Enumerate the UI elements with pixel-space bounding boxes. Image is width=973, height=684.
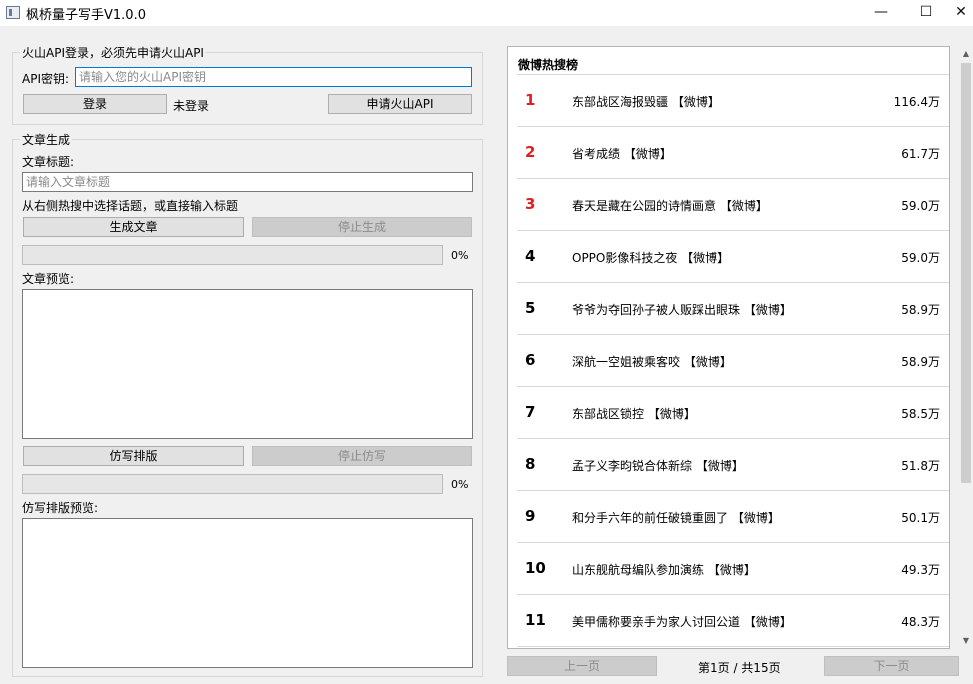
login-status-text: 未登录	[173, 99, 210, 113]
hot-search-item[interactable]: 9 和分手六年的前任破镜重圆了 【微博】 50.1万	[517, 491, 949, 543]
close-button[interactable]: ✕	[949, 0, 973, 26]
app-icon	[6, 6, 20, 19]
hot-search-count: 59.0万	[901, 199, 940, 213]
hot-search-count: 116.4万	[893, 95, 940, 109]
next-page-button[interactable]: 下一页	[824, 656, 959, 676]
hot-search-topic: 孟子义李昀锐合体新综 【微博】	[572, 459, 744, 473]
hot-search-scrollbar[interactable]: ▲ ▼	[959, 46, 973, 649]
hot-search-topic: 深航一空姐被乘客咬 【微博】	[572, 355, 732, 369]
hot-search-item[interactable]: 6 深航一空姐被乘客咬 【微博】 58.9万	[517, 335, 949, 387]
scroll-down-arrow-icon[interactable]: ▼	[959, 633, 973, 649]
hot-search-rank: 9	[525, 507, 536, 525]
hot-search-count: 49.3万	[901, 563, 940, 577]
hot-search-topic: 和分手六年的前任破镜重圆了 【微博】	[572, 511, 780, 525]
article-title-input[interactable]	[22, 172, 473, 192]
stop-imitate-button[interactable]: 停止仿写	[252, 446, 472, 466]
hot-search-topic: 春天是藏在公园的诗情画意 【微博】	[572, 199, 768, 213]
generate-progress-text: 0%	[451, 249, 469, 262]
topic-hint-text: 从右侧热搜中选择话题，或直接输入标题	[22, 199, 239, 213]
hot-search-topic: 省考成绩 【微博】	[572, 147, 672, 161]
imitate-preview-label: 仿写排版预览:	[22, 501, 99, 515]
hot-search-item[interactable]: 10 山东舰航母编队参加演练 【微博】 49.3万	[517, 543, 949, 595]
hot-search-rank: 8	[525, 455, 536, 473]
imitate-progress-text: 0%	[451, 478, 469, 491]
hot-search-topic: 东部战区海报毁疆 【微博】	[572, 95, 720, 109]
hot-search-count: 61.7万	[901, 147, 940, 161]
hot-search-title: 微博热搜榜	[518, 58, 579, 72]
imitate-layout-button[interactable]: 仿写排版	[23, 446, 244, 466]
hot-search-count: 58.9万	[901, 355, 940, 369]
hot-search-item[interactable]: 4 OPPO影像科技之夜 【微博】 59.0万	[517, 231, 949, 283]
page-info-text: 第1页 / 共15页	[698, 661, 781, 675]
hot-search-item[interactable]: 5 爷爷为夺回孙子被人贩踩出眼珠 【微博】 58.9万	[517, 283, 949, 335]
hot-search-rank: 3	[525, 195, 536, 213]
hot-search-topic: 爷爷为夺回孙子被人贩踩出眼珠 【微博】	[572, 303, 792, 317]
hot-search-count: 48.3万	[901, 615, 940, 629]
scroll-thumb[interactable]	[961, 63, 971, 483]
article-preview-label: 文章预览:	[22, 272, 75, 286]
hot-search-rank: 4	[525, 247, 536, 265]
apply-api-button[interactable]: 申请火山API	[328, 94, 472, 114]
maximize-button[interactable]: ☐	[903, 0, 949, 26]
api-key-label: API密钥:	[22, 72, 70, 86]
hot-search-count: 51.8万	[901, 459, 940, 473]
hot-search-count: 58.9万	[901, 303, 940, 317]
article-generation-group-title: 文章生成	[20, 131, 73, 148]
prev-page-button[interactable]: 上一页	[507, 656, 657, 676]
imitate-preview-textarea[interactable]	[22, 518, 473, 668]
hot-search-item[interactable]: 8 孟子义李昀锐合体新综 【微博】 51.8万	[517, 439, 949, 491]
article-title-label: 文章标题:	[22, 155, 75, 169]
minimize-button[interactable]: —	[858, 0, 904, 26]
hot-search-item[interactable]: 11 美甲儒称要亲手为家人讨回公道 【微博】 48.3万	[517, 595, 949, 647]
hot-search-rank: 6	[525, 351, 536, 369]
hot-search-rank: 10	[525, 559, 546, 577]
hot-search-count: 50.1万	[901, 511, 940, 525]
hot-search-rank: 2	[525, 143, 536, 161]
hot-search-rank: 5	[525, 299, 536, 317]
generate-progress-bar	[22, 245, 443, 265]
hot-search-item[interactable]: 7 东部战区锁控 【微博】 58.5万	[517, 387, 949, 439]
hot-search-count: 59.0万	[901, 251, 940, 265]
hot-search-topic: OPPO影像科技之夜 【微博】	[572, 251, 730, 265]
hot-search-topic: 美甲儒称要亲手为家人讨回公道 【微博】	[572, 615, 792, 629]
api-login-group-title: 火山API登录，必须先申请火山API	[20, 44, 206, 61]
stop-generate-button[interactable]: 停止生成	[252, 217, 472, 237]
title-bar: 枫桥量子写手V1.0.0 — ☐ ✕	[0, 0, 973, 26]
hot-search-item[interactable]: 2 省考成绩 【微博】 61.7万	[517, 127, 949, 179]
hot-search-rank: 1	[525, 91, 536, 109]
hot-search-rank: 11	[525, 611, 546, 629]
hot-search-item[interactable]: 1 东部战区海报毁疆 【微博】 116.4万	[517, 75, 949, 127]
hot-search-topic: 东部战区锁控 【微博】	[572, 407, 696, 421]
window-title: 枫桥量子写手V1.0.0	[26, 8, 146, 23]
scroll-up-arrow-icon[interactable]: ▲	[959, 46, 973, 62]
imitate-progress-bar	[22, 474, 443, 494]
api-login-group	[12, 52, 483, 125]
hot-search-rank: 7	[525, 403, 536, 421]
hot-search-count: 58.5万	[901, 407, 940, 421]
generate-article-button[interactable]: 生成文章	[23, 217, 244, 237]
hot-search-item[interactable]: 3 春天是藏在公园的诗情画意 【微博】 59.0万	[517, 179, 949, 231]
api-key-input[interactable]	[75, 67, 472, 87]
hot-search-panel: 微博热搜榜 1 东部战区海报毁疆 【微博】 116.4万 2 省考成绩 【微博】 61.7…	[507, 46, 950, 649]
login-button[interactable]: 登录	[23, 94, 167, 114]
article-preview-textarea[interactable]	[22, 289, 473, 439]
hot-search-topic: 山东舰航母编队参加演练 【微博】	[572, 563, 756, 577]
